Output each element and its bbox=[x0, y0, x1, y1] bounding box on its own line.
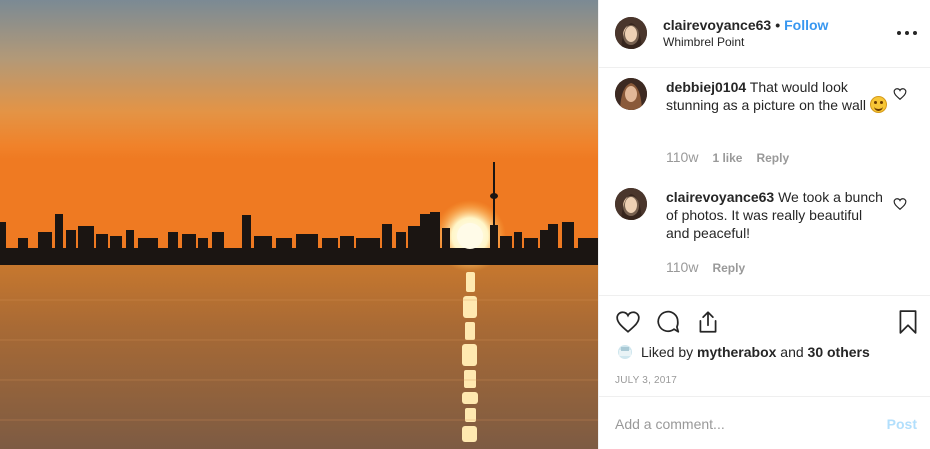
comment-text: clairevoyance63 We took a bunch of photo… bbox=[666, 188, 888, 242]
comment-input[interactable] bbox=[615, 397, 875, 449]
separator-dot: • bbox=[775, 17, 781, 33]
more-dot bbox=[913, 31, 917, 35]
comment-meta: 110w Reply bbox=[666, 259, 759, 275]
comment-age[interactable]: 110w bbox=[666, 259, 698, 275]
avatar[interactable] bbox=[615, 188, 647, 220]
share-icon[interactable] bbox=[695, 309, 721, 335]
likes-user[interactable]: mytherabox bbox=[697, 344, 776, 360]
heart-icon[interactable] bbox=[893, 87, 907, 101]
comment-text: debbiej0104 That would look stunning as … bbox=[666, 78, 888, 114]
post-photo[interactable] bbox=[0, 0, 598, 449]
smiling-face-emoji-icon bbox=[869, 96, 887, 113]
post-author-line: clairevoyance63 • Follow bbox=[663, 17, 828, 33]
follow-button[interactable]: Follow bbox=[784, 17, 828, 33]
post-location[interactable]: Whimbrel Point bbox=[663, 35, 744, 49]
more-options-icon[interactable] bbox=[897, 24, 917, 42]
sunset-skyline-image bbox=[0, 0, 598, 449]
liker-avatar-icon[interactable] bbox=[615, 344, 635, 360]
post-author-username[interactable]: clairevoyance63 bbox=[663, 17, 771, 33]
post-date[interactable]: JULY 3, 2017 bbox=[615, 375, 677, 386]
profile-photo-icon bbox=[615, 17, 647, 49]
profile-photo-icon bbox=[615, 188, 647, 220]
heart-icon[interactable] bbox=[615, 309, 641, 335]
reply-button[interactable]: Reply bbox=[712, 261, 745, 275]
likes-others[interactable]: 30 others bbox=[808, 344, 870, 360]
likes-conj: and bbox=[780, 344, 804, 360]
avatar[interactable] bbox=[615, 17, 647, 49]
post-comment-button[interactable]: Post bbox=[887, 416, 917, 432]
likes-prefix: Liked by bbox=[641, 344, 694, 360]
comment-likes[interactable]: 1 like bbox=[712, 151, 742, 165]
comment-username[interactable]: clairevoyance63 bbox=[666, 189, 774, 205]
profile-photo-icon bbox=[615, 78, 647, 110]
comment-meta: 110w 1 like Reply bbox=[666, 149, 803, 165]
comment-username[interactable]: debbiej0104 bbox=[666, 79, 746, 95]
comment-icon[interactable] bbox=[655, 309, 681, 335]
add-comment-bar: Post bbox=[599, 396, 930, 449]
likes-summary: Liked by mytherabox and 30 others bbox=[615, 344, 870, 360]
post-header: clairevoyance63 • Follow Whimbrel Point bbox=[599, 0, 930, 68]
heart-icon[interactable] bbox=[893, 197, 907, 211]
reply-button[interactable]: Reply bbox=[756, 151, 789, 165]
avatar[interactable] bbox=[615, 78, 647, 110]
post-side-panel: clairevoyance63 • Follow Whimbrel Point de… bbox=[598, 0, 930, 449]
more-dot bbox=[905, 31, 909, 35]
bookmark-icon[interactable] bbox=[895, 309, 921, 335]
comment-age[interactable]: 110w bbox=[666, 149, 698, 165]
more-dot bbox=[897, 31, 901, 35]
